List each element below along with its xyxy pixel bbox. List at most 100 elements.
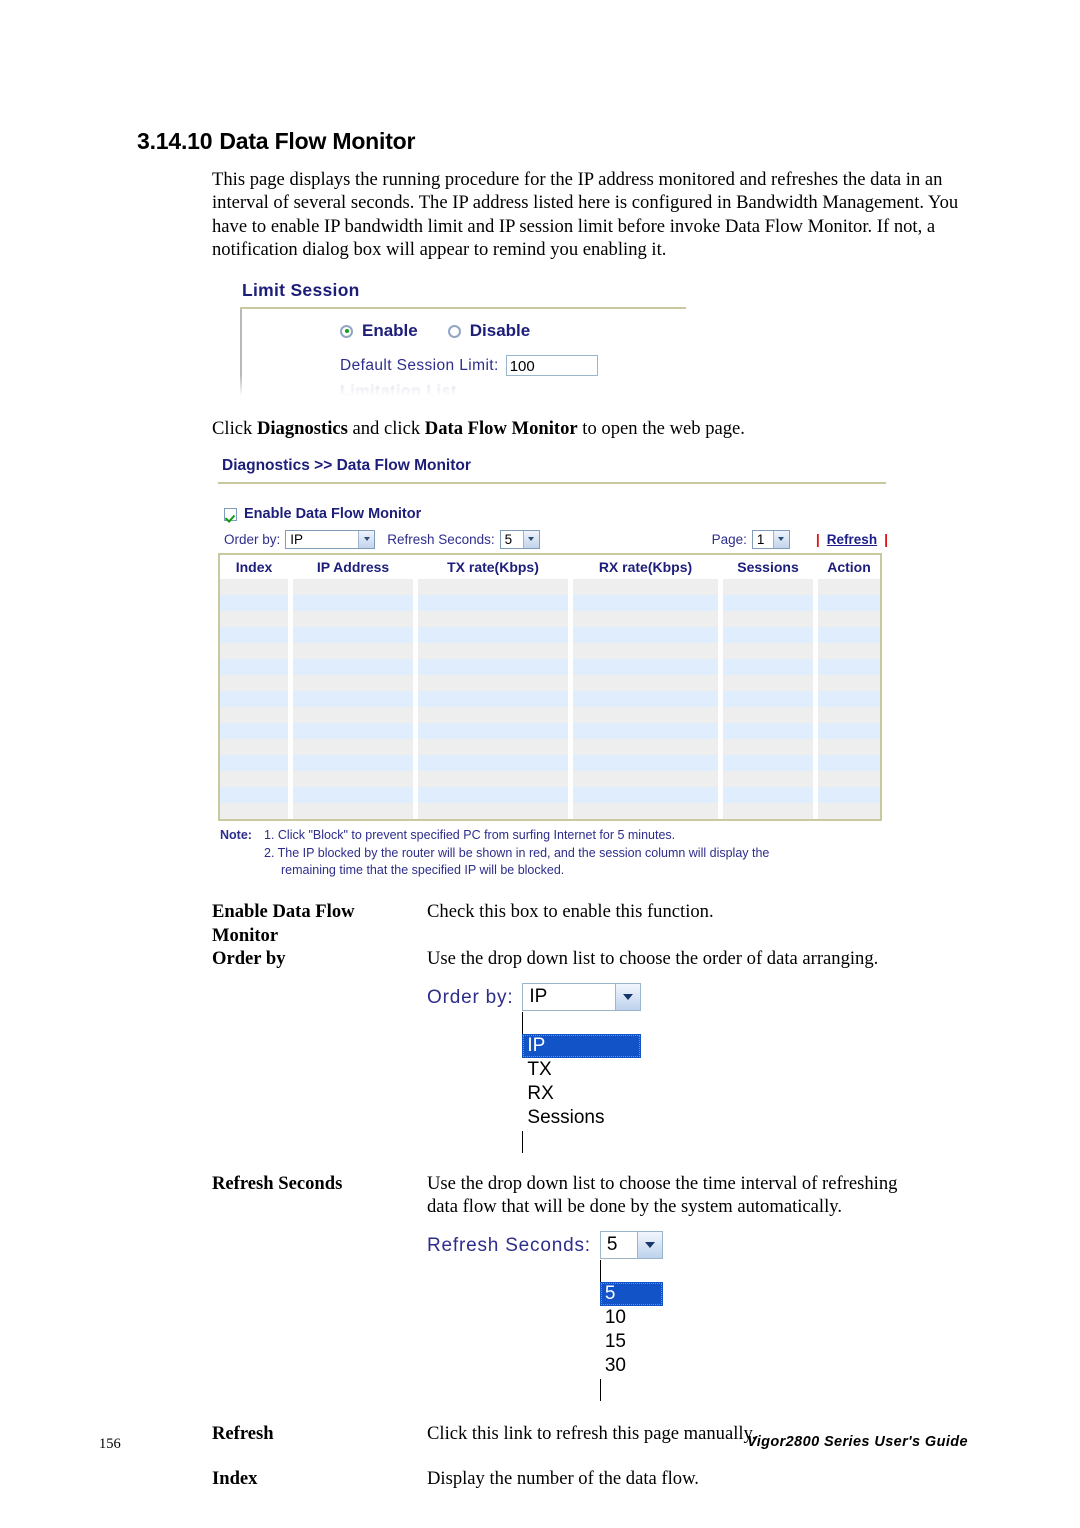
table-row [220, 755, 880, 771]
radio-enable-icon[interactable] [340, 324, 353, 338]
refresh-seconds-dropdown[interactable]: 5 5 10 15 30 [599, 1230, 663, 1402]
table-cell [220, 739, 288, 755]
definition-term: Enable Data Flow Monitor [212, 900, 427, 947]
chevron-down-icon[interactable] [522, 530, 539, 548]
table-row [220, 707, 880, 723]
order-by-option-ip[interactable]: IP [522, 1034, 642, 1058]
refresh-seconds-option-15[interactable]: 15 [600, 1330, 663, 1354]
refresh-link[interactable]: Refresh [827, 532, 877, 547]
click-prefix: Click [212, 418, 257, 439]
table-cell [818, 659, 880, 675]
table-row [220, 803, 880, 819]
definition-description-block: Use the drop down list to choose the tim… [427, 1172, 972, 1402]
definition-term: Index [212, 1468, 258, 1489]
page-select[interactable]: 1 [751, 529, 790, 549]
table-cell [293, 627, 413, 643]
table-cell [418, 611, 568, 627]
default-session-limit-label: Default Session Limit: [340, 356, 499, 374]
radio-enable[interactable]: Enable [340, 321, 418, 341]
table-cell [293, 691, 413, 707]
table-cell [418, 659, 568, 675]
radio-disable-icon[interactable] [447, 324, 461, 338]
table-cell [418, 627, 568, 643]
chevron-down-icon[interactable] [772, 530, 789, 548]
table-row [220, 675, 880, 691]
refresh-seconds-label: Refresh Seconds: [387, 531, 495, 547]
page-value: 1 [756, 531, 765, 547]
table-cell [220, 611, 288, 627]
table-cell [818, 723, 880, 739]
chevron-down-icon[interactable] [615, 983, 641, 1010]
table-cell [220, 803, 288, 819]
refresh-seconds-dropdown-label: Refresh Seconds: [427, 1234, 591, 1256]
table-cell [418, 723, 568, 739]
refresh-seconds-option-10[interactable]: 10 [600, 1306, 663, 1330]
table-cell [220, 723, 288, 739]
refresh-seconds-select[interactable]: 5 [499, 529, 540, 549]
table-cell [573, 739, 718, 755]
order-by-dropdown-value: IP [529, 985, 548, 1007]
table-row [220, 659, 880, 675]
table-cell [573, 707, 718, 723]
table-cell [723, 627, 813, 643]
table-cell [220, 707, 288, 723]
refresh-seconds-option-5[interactable]: 5 [599, 1282, 663, 1306]
definition-refresh-seconds: Refresh Seconds Use the drop down list t… [212, 1172, 972, 1402]
table-cell [293, 611, 413, 627]
default-session-limit-input[interactable]: 100 [505, 355, 598, 376]
chevron-down-icon[interactable] [358, 530, 375, 548]
table-cell [293, 755, 413, 771]
table-cell [573, 787, 718, 803]
note-item-2-cont: remaining time that the specified IP wil… [281, 863, 565, 877]
table-cell [573, 659, 718, 675]
order-by-dropdown-combo[interactable]: IP [522, 982, 642, 1011]
limit-session-radio-group: Enable Disable [340, 321, 530, 341]
section-number: 3.14.10 [137, 128, 213, 154]
table-header-row: Index IP Address TX rate(Kbps) RX rate(K… [220, 555, 880, 579]
table-cell [220, 675, 288, 691]
table-cell [293, 675, 413, 691]
definition-description-line1: Use the drop down list to choose the tim… [427, 1172, 898, 1194]
column-header-action: Action [818, 555, 880, 579]
note-items: 1. Click "Block" to prevent specified PC… [264, 827, 888, 880]
refresh-seconds-dropdown-value: 5 [606, 1233, 618, 1255]
refresh-seconds-value: 5 [504, 531, 513, 547]
column-header-index: Index [220, 555, 288, 579]
refresh-link-group: | Refresh | [816, 531, 888, 547]
table-cell [573, 675, 718, 691]
refresh-seconds-option-30[interactable]: 30 [600, 1354, 663, 1378]
table-cell [220, 627, 288, 643]
radio-disable[interactable]: Disable [447, 321, 531, 341]
table-cell [818, 803, 880, 819]
definition-list: Enable Data Flow Monitor Check this box … [212, 900, 972, 1491]
table-cell [220, 595, 288, 611]
refresh-seconds-dropdown-combo[interactable]: 5 [599, 1230, 663, 1259]
table-cell [818, 643, 880, 659]
order-by-option-tx[interactable]: TX [522, 1058, 641, 1082]
order-by-dropdown[interactable]: IP IP TX RX Sessions [522, 982, 642, 1154]
enable-data-flow-monitor-row[interactable]: Enable Data Flow Monitor [218, 506, 888, 522]
table-cell [418, 771, 568, 787]
enable-data-flow-monitor-checkbox[interactable] [224, 507, 237, 521]
table-cell [418, 739, 568, 755]
table-cell [573, 771, 718, 787]
table-cell [573, 643, 718, 659]
table-cell [573, 691, 718, 707]
table-cell [573, 595, 718, 611]
chevron-down-icon[interactable] [636, 1231, 662, 1258]
order-by-option-rx[interactable]: RX [522, 1082, 641, 1106]
data-flow-table: Index IP Address TX rate(Kbps) RX rate(K… [218, 553, 882, 821]
column-header-tx-rate: TX rate(Kbps) [418, 555, 568, 579]
table-cell [723, 723, 813, 739]
order-by-option-sessions[interactable]: Sessions [522, 1106, 641, 1130]
pipe-right: | [884, 531, 888, 547]
table-cell [220, 579, 288, 595]
order-by-select[interactable]: IP [285, 529, 376, 549]
table-row [220, 787, 880, 803]
table-cell [818, 611, 880, 627]
radio-disable-label: Disable [469, 321, 531, 340]
page-label: Page: [711, 531, 747, 547]
table-row [220, 771, 880, 787]
table-cell [723, 659, 813, 675]
definition-description: Use the drop down list to choose the ord… [427, 948, 879, 969]
